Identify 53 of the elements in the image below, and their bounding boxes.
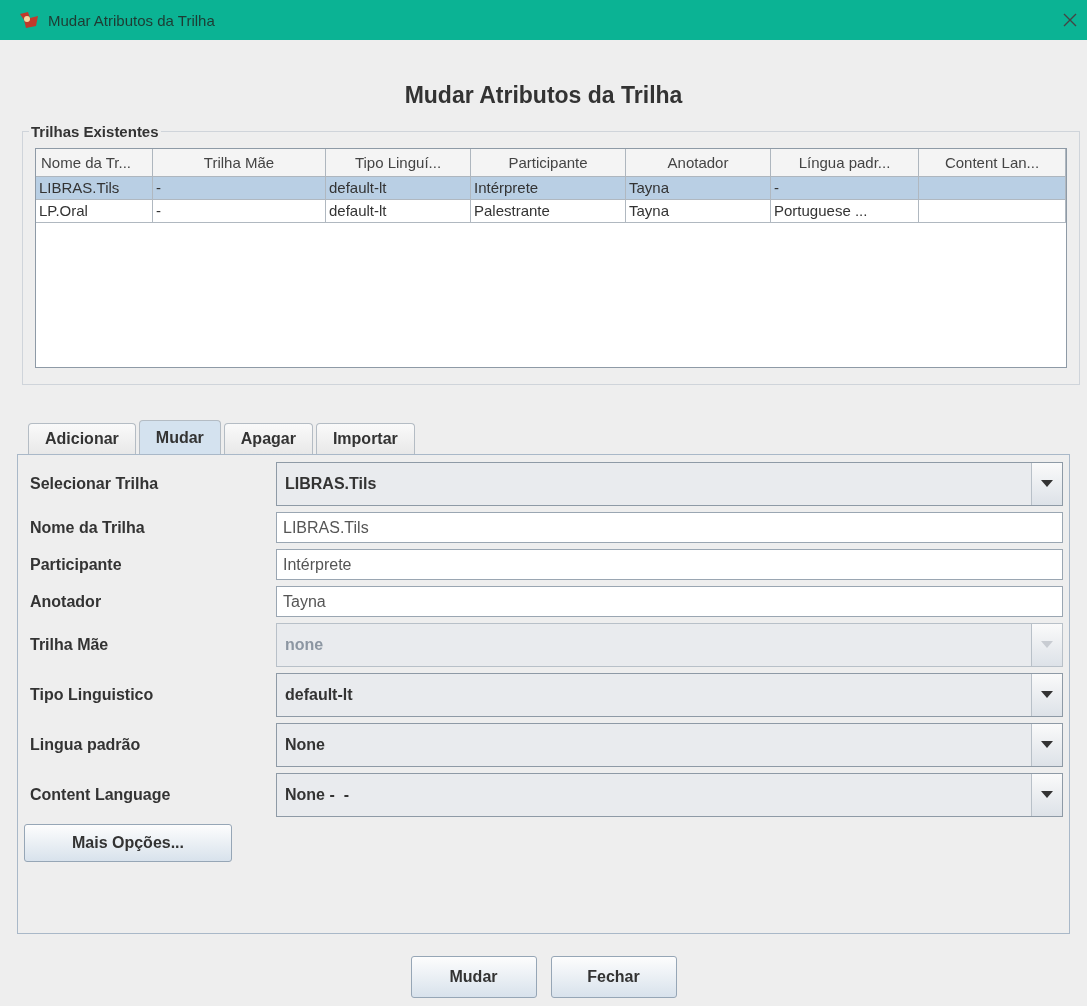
table-row[interactable]: LIBRAS.Tils - default-lt Intérprete Tayna - (36, 177, 1066, 200)
column-header[interactable]: Língua padr... (771, 149, 919, 176)
text-field[interactable]: Tayna (276, 586, 1063, 617)
text-field[interactable]: LIBRAS.Tils (276, 512, 1063, 543)
field-label: Tipo Linguistico (29, 686, 155, 704)
table-cell: Palestrante (474, 202, 550, 219)
field-label: Lingua padrão (29, 736, 142, 754)
app-icon (18, 10, 40, 30)
tab[interactable]: Mudar (138, 420, 221, 454)
text-field[interactable]: Intérprete (276, 549, 1063, 580)
dialog-heading: Mudar Atributos da Trilha (403, 82, 684, 109)
group-title: Trilhas Existentes (30, 123, 160, 140)
tab[interactable]: Adicionar (28, 423, 136, 454)
table-cell: Intérprete (474, 179, 539, 196)
caret-icon (1041, 791, 1053, 799)
tab[interactable]: Importar (315, 423, 415, 454)
table-cell: - (156, 179, 161, 196)
table-cell: - (774, 179, 779, 196)
table-cell: Tayna (629, 202, 670, 219)
dropdown[interactable]: None (276, 723, 1063, 767)
column-header[interactable]: Content Lan... (919, 149, 1066, 176)
caret-icon (1041, 641, 1053, 649)
column-header[interactable]: Trilha Mãe (153, 149, 326, 176)
table-cell: - (156, 202, 161, 219)
field-label: Nome da Trilha (29, 518, 146, 537)
table-cell: Portuguese ... (774, 202, 868, 219)
field-label: Trilha Mãe (29, 636, 110, 654)
dialog-button[interactable]: Mudar (410, 956, 537, 998)
dropdown[interactable]: default-lt (276, 673, 1063, 717)
table-cell: Tayna (629, 179, 670, 196)
field-label: Participante (29, 555, 123, 574)
table-cell: LIBRAS.Tils (39, 179, 120, 196)
caret-icon (1041, 741, 1053, 749)
table-cell: LP.Oral (39, 202, 88, 219)
table-cell: default-lt (329, 202, 387, 219)
dropdown[interactable]: LIBRAS.Tils (276, 462, 1063, 506)
caret-icon (1041, 480, 1053, 488)
table-cell: default-lt (329, 179, 387, 196)
column-header[interactable]: Nome da Tr... (36, 149, 153, 176)
tab[interactable]: Apagar (223, 423, 313, 454)
field-label: Anotador (29, 592, 103, 611)
field-label: Selecionar Trilha (29, 475, 160, 493)
close-icon[interactable] (1063, 13, 1077, 27)
column-header[interactable]: Participante (471, 149, 626, 176)
caret-icon (1041, 691, 1053, 699)
column-header[interactable]: Tipo Linguí... (326, 149, 471, 176)
dropdown[interactable]: None - - (276, 773, 1063, 817)
dialog-button[interactable]: Fechar (550, 956, 677, 998)
table-row[interactable]: LP.Oral - default-lt Palestrante Tayna Portuguese ... (36, 200, 1066, 223)
field-label: Content Language (29, 786, 172, 804)
window-title: Mudar Atributos da Trilha (48, 11, 216, 29)
column-header[interactable]: Anotador (626, 149, 771, 176)
more-options-button[interactable]: Mais Opções... (24, 824, 232, 862)
